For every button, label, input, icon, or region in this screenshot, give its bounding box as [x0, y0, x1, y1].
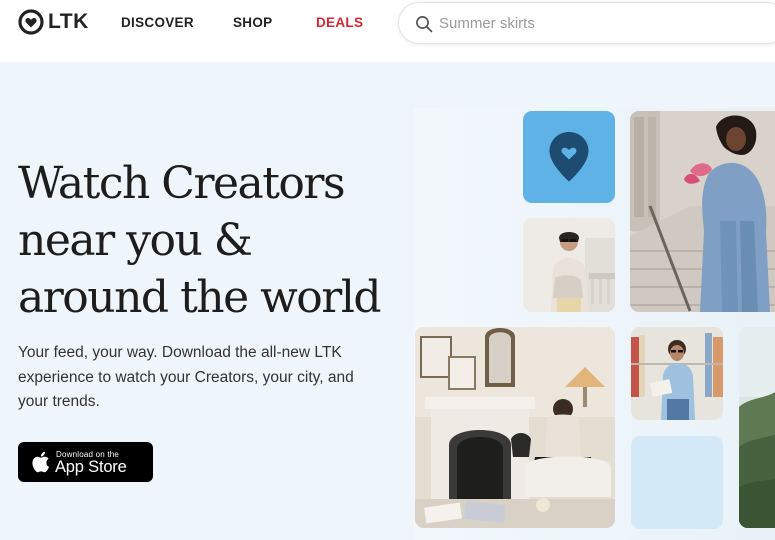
- subtext-line: your trends.: [18, 393, 100, 410]
- headline-line: near you &: [18, 215, 253, 266]
- appstore-big-label: App Store: [55, 458, 127, 476]
- subtext-line: Your feed, your way. Download the all-ne…: [18, 344, 342, 361]
- brand-name: LTK: [48, 10, 89, 33]
- top-header: LTK DISCOVER SHOP DEALS: [0, 0, 775, 62]
- creator-photo-sunglasses[interactable]: [523, 218, 615, 312]
- nav-deals[interactable]: DEALS: [316, 15, 363, 30]
- photo-image: [415, 327, 615, 528]
- search-input[interactable]: [439, 11, 759, 35]
- location-pin-tile: [523, 111, 615, 203]
- creator-photo-denim[interactable]: [630, 111, 775, 312]
- search-bar[interactable]: [398, 2, 775, 44]
- photo-image: [630, 111, 775, 312]
- nav-shop[interactable]: SHOP: [233, 15, 272, 30]
- app-store-button[interactable]: Download on the App Store: [18, 442, 153, 482]
- photo-image: [631, 327, 723, 420]
- headline-line: around the world: [18, 272, 382, 323]
- photo-image: [739, 327, 775, 528]
- hero-subtext: Your feed, your way. Download the all-ne…: [18, 341, 388, 415]
- hero-headline: Watch Creators near you & around the wor…: [18, 155, 408, 326]
- photo-image: [523, 218, 615, 312]
- blank-tile: [631, 436, 723, 529]
- headline-line: Watch Creators: [18, 158, 346, 209]
- creator-photo-magazines[interactable]: [631, 327, 723, 420]
- ltk-logo[interactable]: LTK: [18, 9, 89, 35]
- apple-icon: [32, 451, 49, 473]
- ltk-heart-logo-icon: [18, 9, 44, 35]
- creator-photo-landscape[interactable]: [739, 327, 775, 528]
- nav-discover[interactable]: DISCOVER: [121, 15, 194, 30]
- map-pin-heart-icon: [549, 132, 589, 182]
- subtext-line: experience to watch your Creators, your …: [18, 368, 354, 386]
- search-icon: [416, 16, 433, 33]
- creator-photo-living-room[interactable]: [415, 327, 615, 528]
